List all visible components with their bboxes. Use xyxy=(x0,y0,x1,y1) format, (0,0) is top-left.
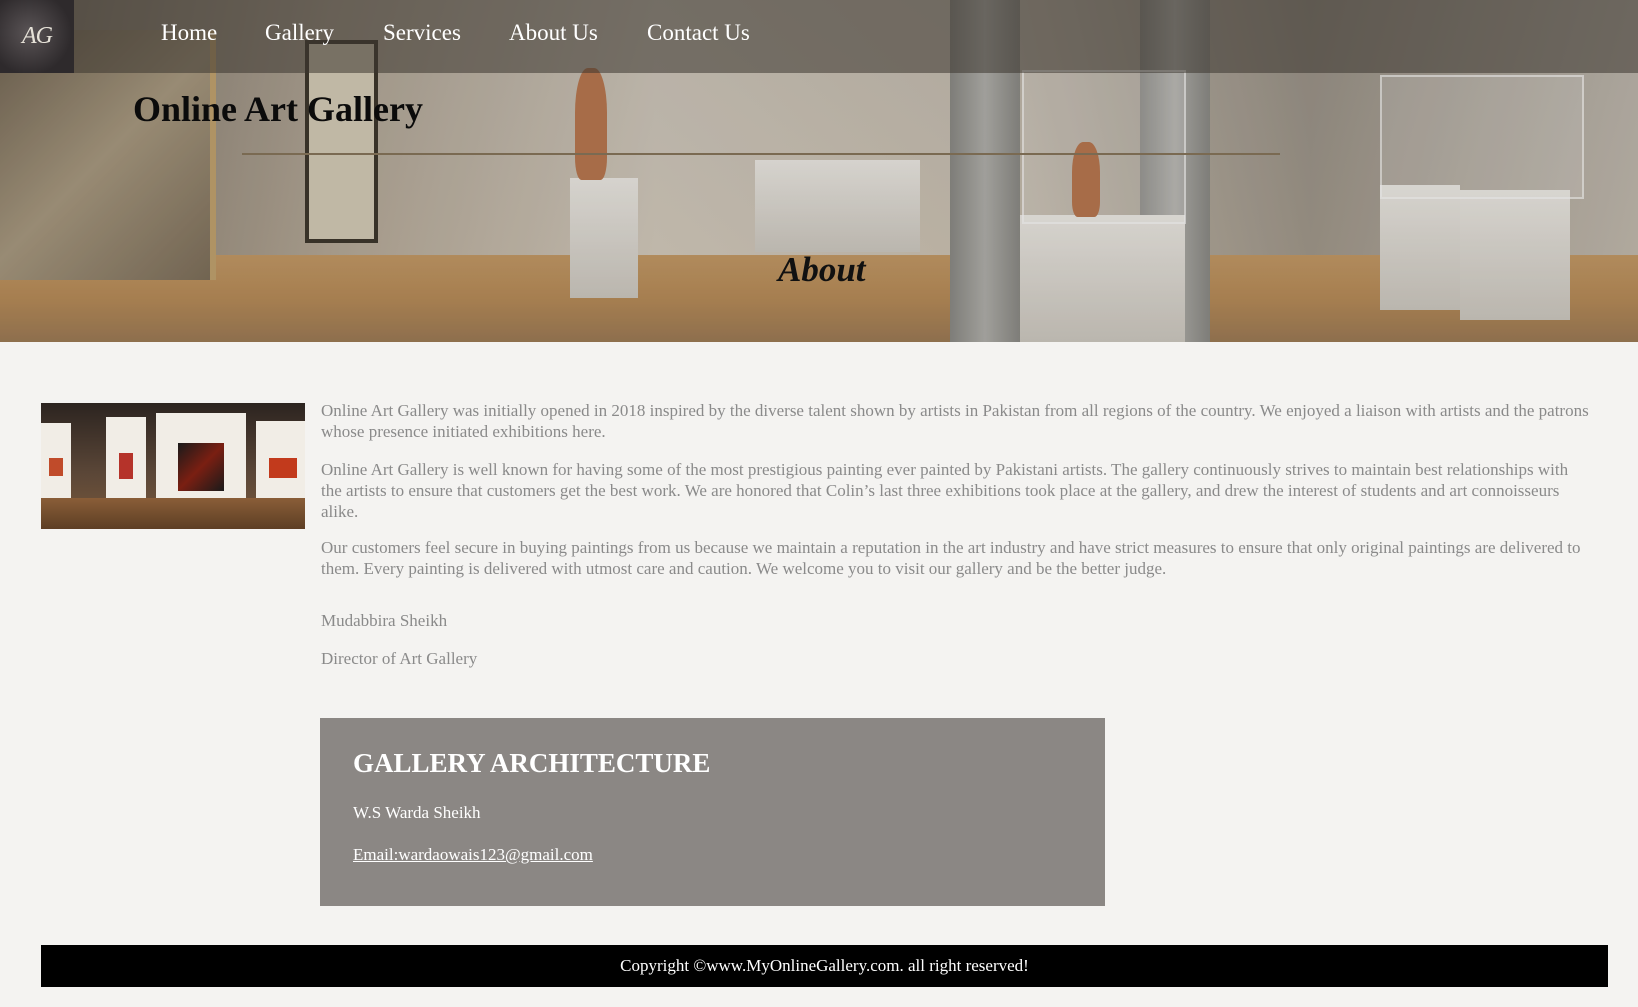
about-paragraph: Online Art Gallery was initially opened … xyxy=(321,401,1589,441)
logo[interactable]: AG xyxy=(0,0,74,73)
logo-text: AG xyxy=(22,23,53,49)
nav-gallery[interactable]: Gallery xyxy=(265,20,334,46)
title-divider xyxy=(242,153,1280,155)
footer: Copyright ©www.MyOnlineGallery.com. all … xyxy=(41,945,1608,987)
gallery-interior-image xyxy=(41,403,305,529)
copyright-text: Copyright ©www.MyOnlineGallery.com. all … xyxy=(620,956,1029,975)
nav-home[interactable]: Home xyxy=(161,20,217,46)
gallery-architecture-card: GALLERY ARCHITECTURE W.S Warda Sheikh Em… xyxy=(320,718,1105,906)
about-paragraph: Online Art Gallery is well known for hav… xyxy=(321,460,1569,521)
about-paragraph: Our customers feel secure in buying pain… xyxy=(321,538,1581,578)
architect-name: W.S Warda Sheikh xyxy=(353,803,481,822)
image-artwork xyxy=(269,458,297,478)
image-artwork xyxy=(49,458,63,476)
nav-about-us[interactable]: About Us xyxy=(509,20,598,46)
page-heading: About xyxy=(778,250,866,289)
site-title: Online Art Gallery xyxy=(133,89,423,129)
nav-services[interactable]: Services xyxy=(383,20,461,46)
signature-title: Director of Art Gallery xyxy=(321,649,478,668)
architecture-title: GALLERY ARCHITECTURE xyxy=(353,748,711,778)
image-floor xyxy=(41,498,305,529)
top-nav xyxy=(0,0,1638,73)
image-artwork xyxy=(178,443,224,491)
architect-email-link[interactable]: Email:wardaowais123@gmail.com xyxy=(353,845,593,865)
nav-contact-us[interactable]: Contact Us xyxy=(647,20,750,46)
image-artwork xyxy=(119,453,133,479)
signature-name: Mudabbira Sheikh xyxy=(321,611,448,630)
